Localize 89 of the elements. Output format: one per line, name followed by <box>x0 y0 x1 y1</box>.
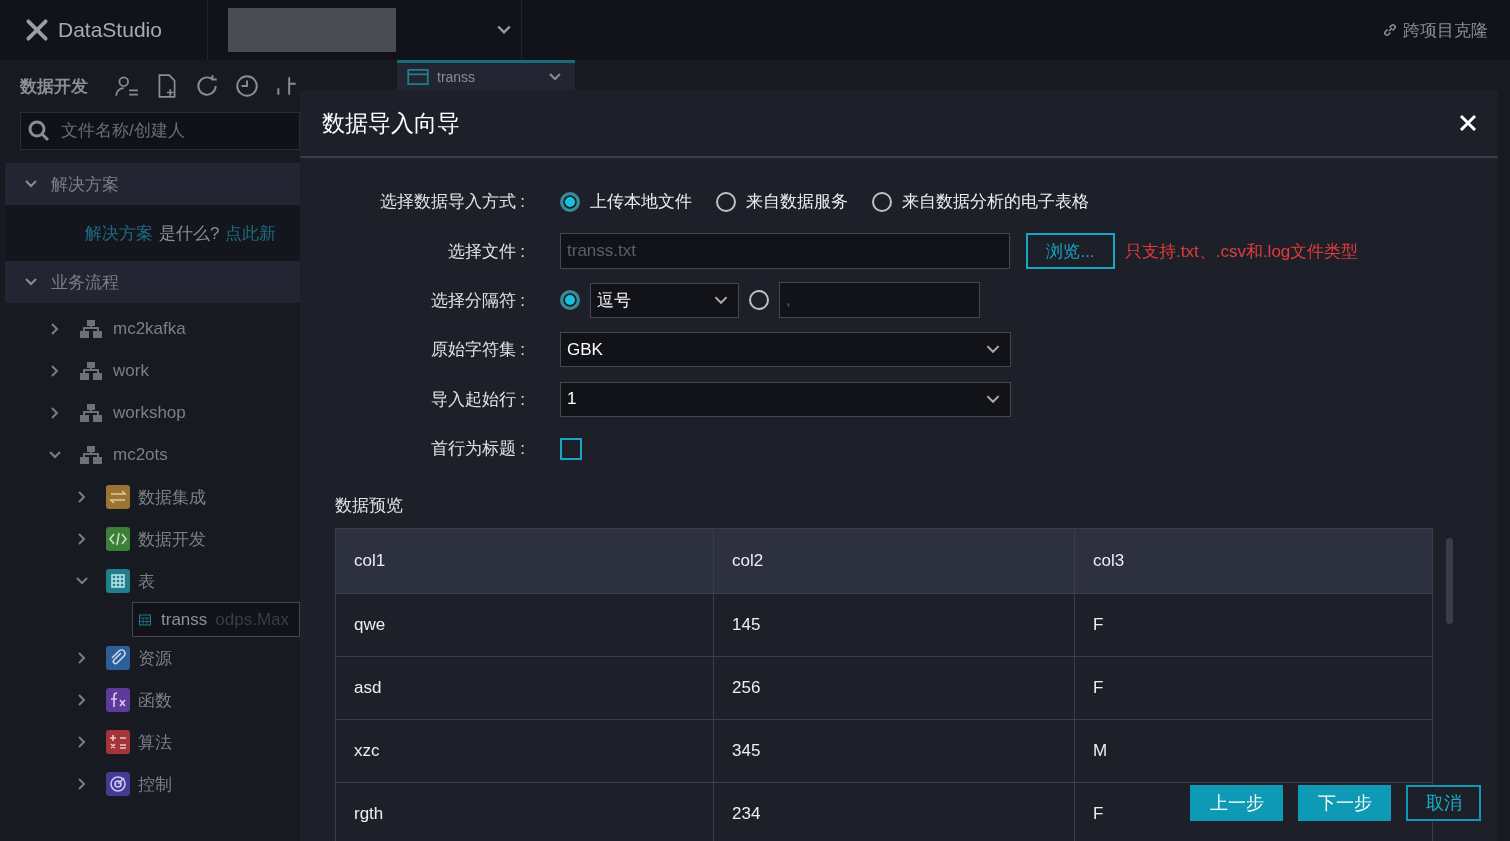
workflow-icon <box>79 403 103 423</box>
column-header: col2 <box>713 528 1075 594</box>
chevron-icon[interactable] <box>78 533 86 545</box>
clock-icon[interactable] <box>234 73 260 99</box>
field-label: 导入起始行 : <box>429 388 525 411</box>
app-logo: DataStudio <box>58 18 162 42</box>
section-header[interactable]: 业务流程 <box>5 261 300 303</box>
dialog-button[interactable]: 取消 <box>1406 785 1481 821</box>
tree-item[interactable]: 数据开发 <box>138 527 206 551</box>
tree-item[interactable]: 函数 <box>138 688 172 712</box>
field-label: 选择分隔符 : <box>429 289 525 312</box>
tree-item[interactable]: mc2ots <box>113 445 168 465</box>
start-row-select[interactable]: 1 <box>560 381 1011 417</box>
chevron-icon[interactable] <box>78 778 86 790</box>
chevron-icon[interactable] <box>78 736 86 748</box>
chevron-down-icon <box>549 72 561 81</box>
dialog-title: 数据导入向导 <box>322 108 460 138</box>
radio-button[interactable] <box>716 191 736 212</box>
radio-label: 来自数据分析的电子表格 <box>902 191 1089 214</box>
table-cell: 345 <box>713 719 1075 783</box>
tree-item[interactable]: mc2kafka <box>113 319 186 339</box>
delimiter-select[interactable]: 逗号 <box>590 282 739 318</box>
dialog-button[interactable]: 上一步 <box>1190 785 1283 821</box>
tree-item[interactable]: 资源 <box>138 646 172 670</box>
chevron-icon[interactable] <box>51 323 59 335</box>
checkbox[interactable] <box>560 437 582 460</box>
table-cell: 234 <box>713 782 1075 841</box>
close-icon[interactable] <box>1458 113 1478 133</box>
search-field[interactable]: 文件名称/创建人 <box>20 112 300 150</box>
chevron-down-icon <box>986 345 1000 355</box>
field-label: 选择文件 : <box>446 240 525 263</box>
radio-label: 来自数据服务 <box>746 191 848 214</box>
file-field[interactable]: transs.txt <box>560 233 1010 270</box>
chevron-icon[interactable] <box>76 577 88 585</box>
preview-title: 数据预览 <box>335 495 404 518</box>
clone-link[interactable]: 跨项目克隆 <box>1382 18 1488 42</box>
radio-label: 上传本地文件 <box>590 191 692 214</box>
tree-item[interactable]: 数据集成 <box>138 485 206 509</box>
table-cell: qwe <box>335 593 714 657</box>
dialog-button[interactable]: 下一步 <box>1298 785 1391 821</box>
workflow-icon <box>79 319 103 339</box>
delimiter-field[interactable]: , <box>779 282 980 319</box>
chevron-down-icon <box>986 394 1000 404</box>
refresh-icon[interactable] <box>194 73 220 99</box>
tree-item[interactable]: 控制 <box>138 772 172 796</box>
table-cell: F <box>1074 656 1433 720</box>
workflow-icon <box>79 445 103 465</box>
intro-link[interactable]: 解决方案 <box>85 221 153 245</box>
intro-link[interactable]: 点此新 <box>225 221 277 245</box>
chevron-icon[interactable] <box>51 407 59 419</box>
intro-text: 是什么? <box>159 222 220 245</box>
tree-item[interactable]: work <box>113 361 149 381</box>
chevron-icon[interactable] <box>78 694 86 706</box>
table-name: transs <box>161 609 208 630</box>
table-cell: F <box>1074 593 1433 657</box>
table-cell: 145 <box>713 593 1075 657</box>
radio-button[interactable] <box>560 290 580 311</box>
chevron-icon[interactable] <box>78 491 86 503</box>
sidebar-title: 数据开发 <box>20 75 88 98</box>
column-header: col3 <box>1074 528 1433 594</box>
tree-item[interactable]: workshop <box>113 403 186 423</box>
browse-button[interactable]: 浏览... <box>1026 233 1115 270</box>
radio-button[interactable] <box>872 191 892 212</box>
radio-button[interactable] <box>749 290 769 311</box>
chevron-down-icon <box>497 25 511 35</box>
scrollbar[interactable] <box>1446 538 1453 625</box>
table-cell: asd <box>335 656 714 720</box>
editor-tab[interactable]: transs <box>397 60 575 90</box>
charset-select[interactable]: GBK <box>560 332 1011 368</box>
link-icon <box>1382 22 1398 38</box>
field-label: 首行为标题 : <box>429 438 525 461</box>
workflow-icon <box>79 361 103 381</box>
table-cell: xzc <box>335 719 714 783</box>
chevron-icon[interactable] <box>49 451 61 459</box>
tree-item[interactable]: 表 <box>138 569 155 593</box>
chevron-down-icon <box>714 295 728 305</box>
section-header[interactable]: 解决方案 <box>5 163 300 205</box>
table-icon <box>407 68 429 85</box>
tree-item[interactable]: 算法 <box>138 730 172 754</box>
radio-button[interactable] <box>560 191 580 212</box>
chevron-icon[interactable] <box>78 652 86 664</box>
column-header: col1 <box>335 528 714 594</box>
field-label: 选择数据导入方式 : <box>378 191 525 214</box>
table-cell: 256 <box>713 656 1075 720</box>
field-label: 原始字符集 : <box>429 339 525 362</box>
table-cell: rgth <box>335 782 714 841</box>
table-cell: M <box>1074 719 1433 783</box>
chevron-icon[interactable] <box>51 365 59 377</box>
file-type-hint: 只支持.txt、.csv和.log文件类型 <box>1125 240 1359 263</box>
